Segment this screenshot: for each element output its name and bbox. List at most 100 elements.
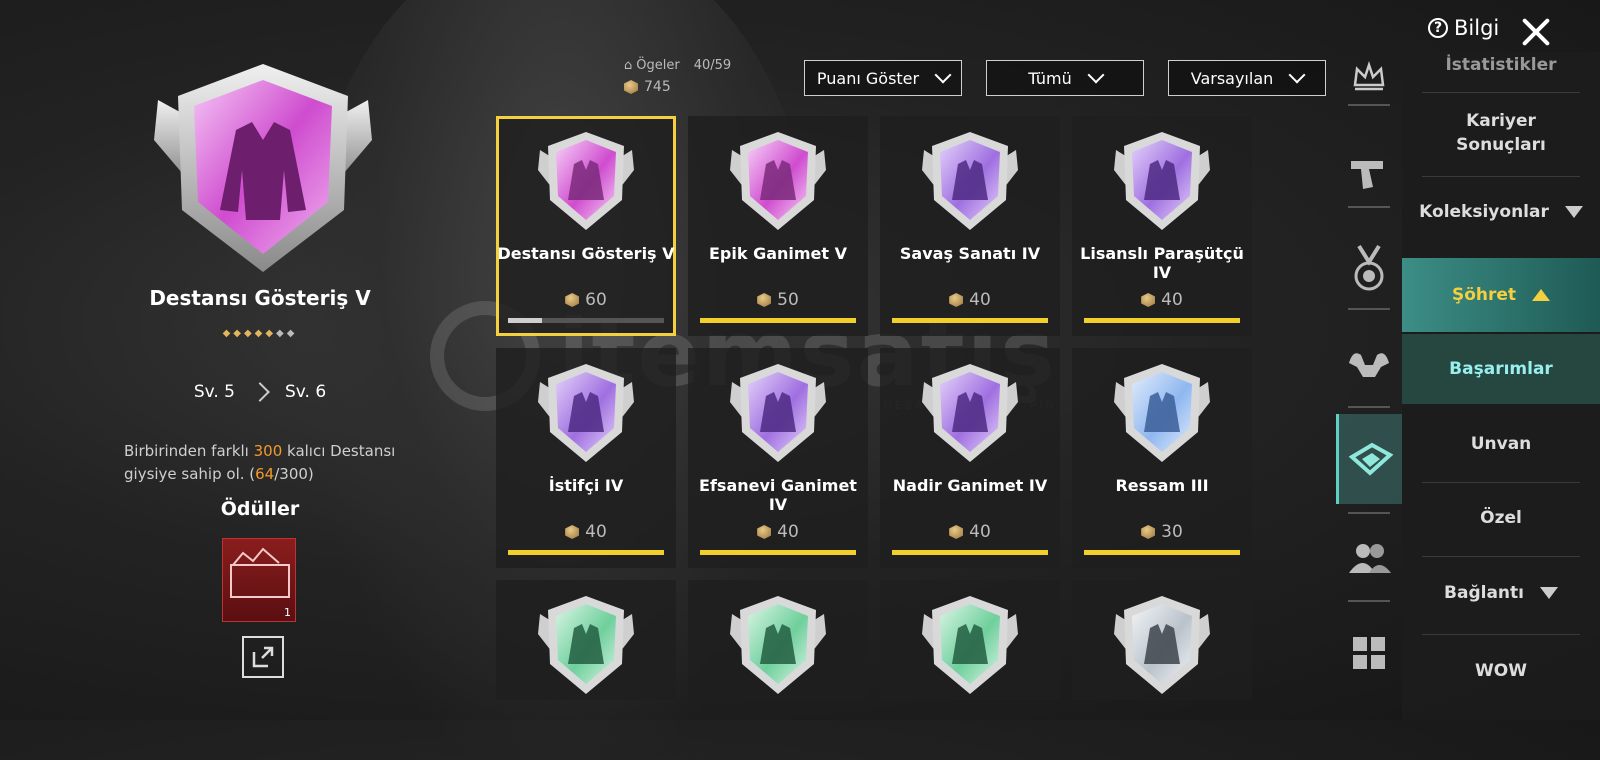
badge-icon[interactable] <box>1336 414 1402 504</box>
coat-badge-icon <box>922 364 1018 462</box>
achievement-title: Destansı Gösteriş V <box>149 286 371 310</box>
achievement-card[interactable]: İstifçi IV 40 <box>496 348 676 568</box>
points-total-value: 745 <box>644 79 671 95</box>
achievement-card[interactable] <box>1072 580 1252 700</box>
menu-item-wow[interactable]: WOW <box>1402 640 1600 702</box>
dancer2-badge-icon <box>730 596 826 694</box>
achievement-description: Birbirinden farklı 300 kalıcı Destansı g… <box>124 440 414 486</box>
achievement-points: 40 <box>880 290 1060 310</box>
rewards-title: Ödüller <box>220 498 300 520</box>
muscle-icon[interactable] <box>1336 318 1402 408</box>
points-coin-icon <box>757 293 772 307</box>
parachute-badge-icon <box>1114 132 1210 230</box>
achievement-points: 40 <box>880 522 1060 542</box>
items-label: Ögeler <box>636 58 680 73</box>
diver-badge-icon <box>922 596 1018 694</box>
desc-target: 300 <box>253 442 283 460</box>
menu-item-career-results[interactable]: Kariyer Sonuçları <box>1402 100 1600 166</box>
points-coin-icon <box>1141 525 1156 539</box>
eagle-badge-icon <box>1114 596 1210 694</box>
level-to: Sv. 6 <box>285 382 327 402</box>
level-progress: Sv. 5 Sv. 6 <box>120 382 400 402</box>
achievement-card[interactable]: Efsanevi Ganimet IV 40 <box>688 348 868 568</box>
achievement-card[interactable] <box>688 580 868 700</box>
points-coin-icon <box>624 80 638 94</box>
menu-item-label: Unvan <box>1470 434 1532 454</box>
points-value: 40 <box>1161 290 1183 310</box>
crown-icon[interactable] <box>1336 32 1402 122</box>
chevron-down-icon <box>1288 66 1306 84</box>
points-value: 60 <box>585 290 607 310</box>
achievement-card[interactable] <box>496 580 676 700</box>
reward-item[interactable]: 1 <box>222 538 296 622</box>
menu-item-special[interactable]: Özel <box>1402 488 1600 548</box>
close-button[interactable] <box>1516 12 1556 52</box>
menu-item-achievements[interactable]: Başarımlar <box>1402 334 1600 404</box>
achievement-progress-bar <box>508 550 664 555</box>
claws-badge-icon <box>922 132 1018 230</box>
achievement-card[interactable]: Ressam III 30 <box>1072 348 1252 568</box>
points-coin-icon <box>565 525 580 539</box>
star-rating: ◆◆◆◆◆◆◆ <box>222 328 298 339</box>
chevron-down-icon <box>1087 66 1105 84</box>
locker-badge-icon <box>538 364 634 462</box>
items-count-value: 40/59 <box>693 58 732 73</box>
menu-item-title[interactable]: Unvan <box>1402 414 1600 474</box>
achievement-name: Destansı Gösteriş V <box>497 244 675 263</box>
menu-item-label: WOW <box>1475 661 1527 681</box>
achievement-points: 40 <box>1072 290 1252 310</box>
achievement-progress-bar <box>1084 550 1240 555</box>
robe-badge-icon <box>730 364 826 462</box>
info-button[interactable]: ? Bilgi <box>1428 16 1499 40</box>
coat-badge-icon <box>730 132 826 230</box>
achievement-progress-bar <box>508 318 664 323</box>
points-total: 745 <box>624 79 671 95</box>
dropdown-label: Tümü <box>1028 68 1072 88</box>
friends-icon[interactable] <box>1336 514 1402 604</box>
show-points-dropdown[interactable]: Puanı Göster <box>804 60 962 96</box>
menu-item-fame[interactable]: Şöhret <box>1402 258 1600 332</box>
dropdown-label: Puanı Göster <box>816 68 920 88</box>
achievement-card[interactable]: Savaş Sanatı IV 40 <box>880 116 1060 336</box>
menu-item-label: Özel <box>1480 508 1522 528</box>
share-icon <box>252 646 274 668</box>
achievement-name: Savaş Sanatı IV <box>899 244 1041 263</box>
achievement-card[interactable]: Lisanslı Paraşütçü IV 40 <box>1072 116 1252 336</box>
achievement-card[interactable] <box>880 580 1060 700</box>
achievement-name: Epik Ganimet V <box>708 244 847 263</box>
share-button[interactable] <box>242 636 284 678</box>
points-value: 40 <box>777 522 799 542</box>
desc-text-end: /300) <box>274 465 314 483</box>
chevron-down-icon <box>934 66 952 84</box>
menu-item-statistics[interactable]: İstatistikler <box>1402 50 1600 80</box>
grid-icon[interactable] <box>1336 608 1402 698</box>
menu-item-label: Başarımlar <box>1449 359 1553 379</box>
achievement-name: Efsanevi Ganimet IV <box>699 476 857 514</box>
menu-item-collections[interactable]: Koleksiyonlar <box>1402 182 1600 242</box>
points-value: 30 <box>1161 522 1183 542</box>
menu-item-label: Bağlantı <box>1444 583 1524 603</box>
points-coin-icon <box>1141 293 1156 307</box>
crosshair-badge-icon <box>1114 364 1210 462</box>
achievement-progress-bar <box>892 318 1048 323</box>
menu-item-connection[interactable]: Bağlantı <box>1402 562 1600 624</box>
points-value: 50 <box>777 290 799 310</box>
progress-fill <box>508 318 543 323</box>
achievement-points: 30 <box>1072 522 1252 542</box>
sort-default-dropdown[interactable]: Varsayılan <box>1168 60 1326 96</box>
achievement-progress-bar <box>700 318 856 323</box>
achievement-card[interactable]: Nadir Ganimet IV 40 <box>880 348 1060 568</box>
jacket-badge-icon <box>538 132 634 230</box>
achievement-progress-bar <box>892 550 1048 555</box>
question-icon: ? <box>1428 18 1448 38</box>
filter-all-dropdown[interactable]: Tümü <box>986 60 1144 96</box>
achievement-card[interactable]: Epik Ganimet V 50 <box>688 116 868 336</box>
dropdown-label: Varsayılan <box>1190 68 1274 88</box>
menu-item-label: İstatistikler <box>1445 55 1557 75</box>
achievement-points: 40 <box>496 522 676 542</box>
chevron-right-icon <box>250 382 270 402</box>
points-coin-icon <box>949 293 964 307</box>
achievement-card[interactable]: Destansı Gösteriş V 60 <box>496 116 676 336</box>
medal-icon[interactable] <box>1336 224 1402 314</box>
pistol-icon[interactable] <box>1336 128 1402 218</box>
